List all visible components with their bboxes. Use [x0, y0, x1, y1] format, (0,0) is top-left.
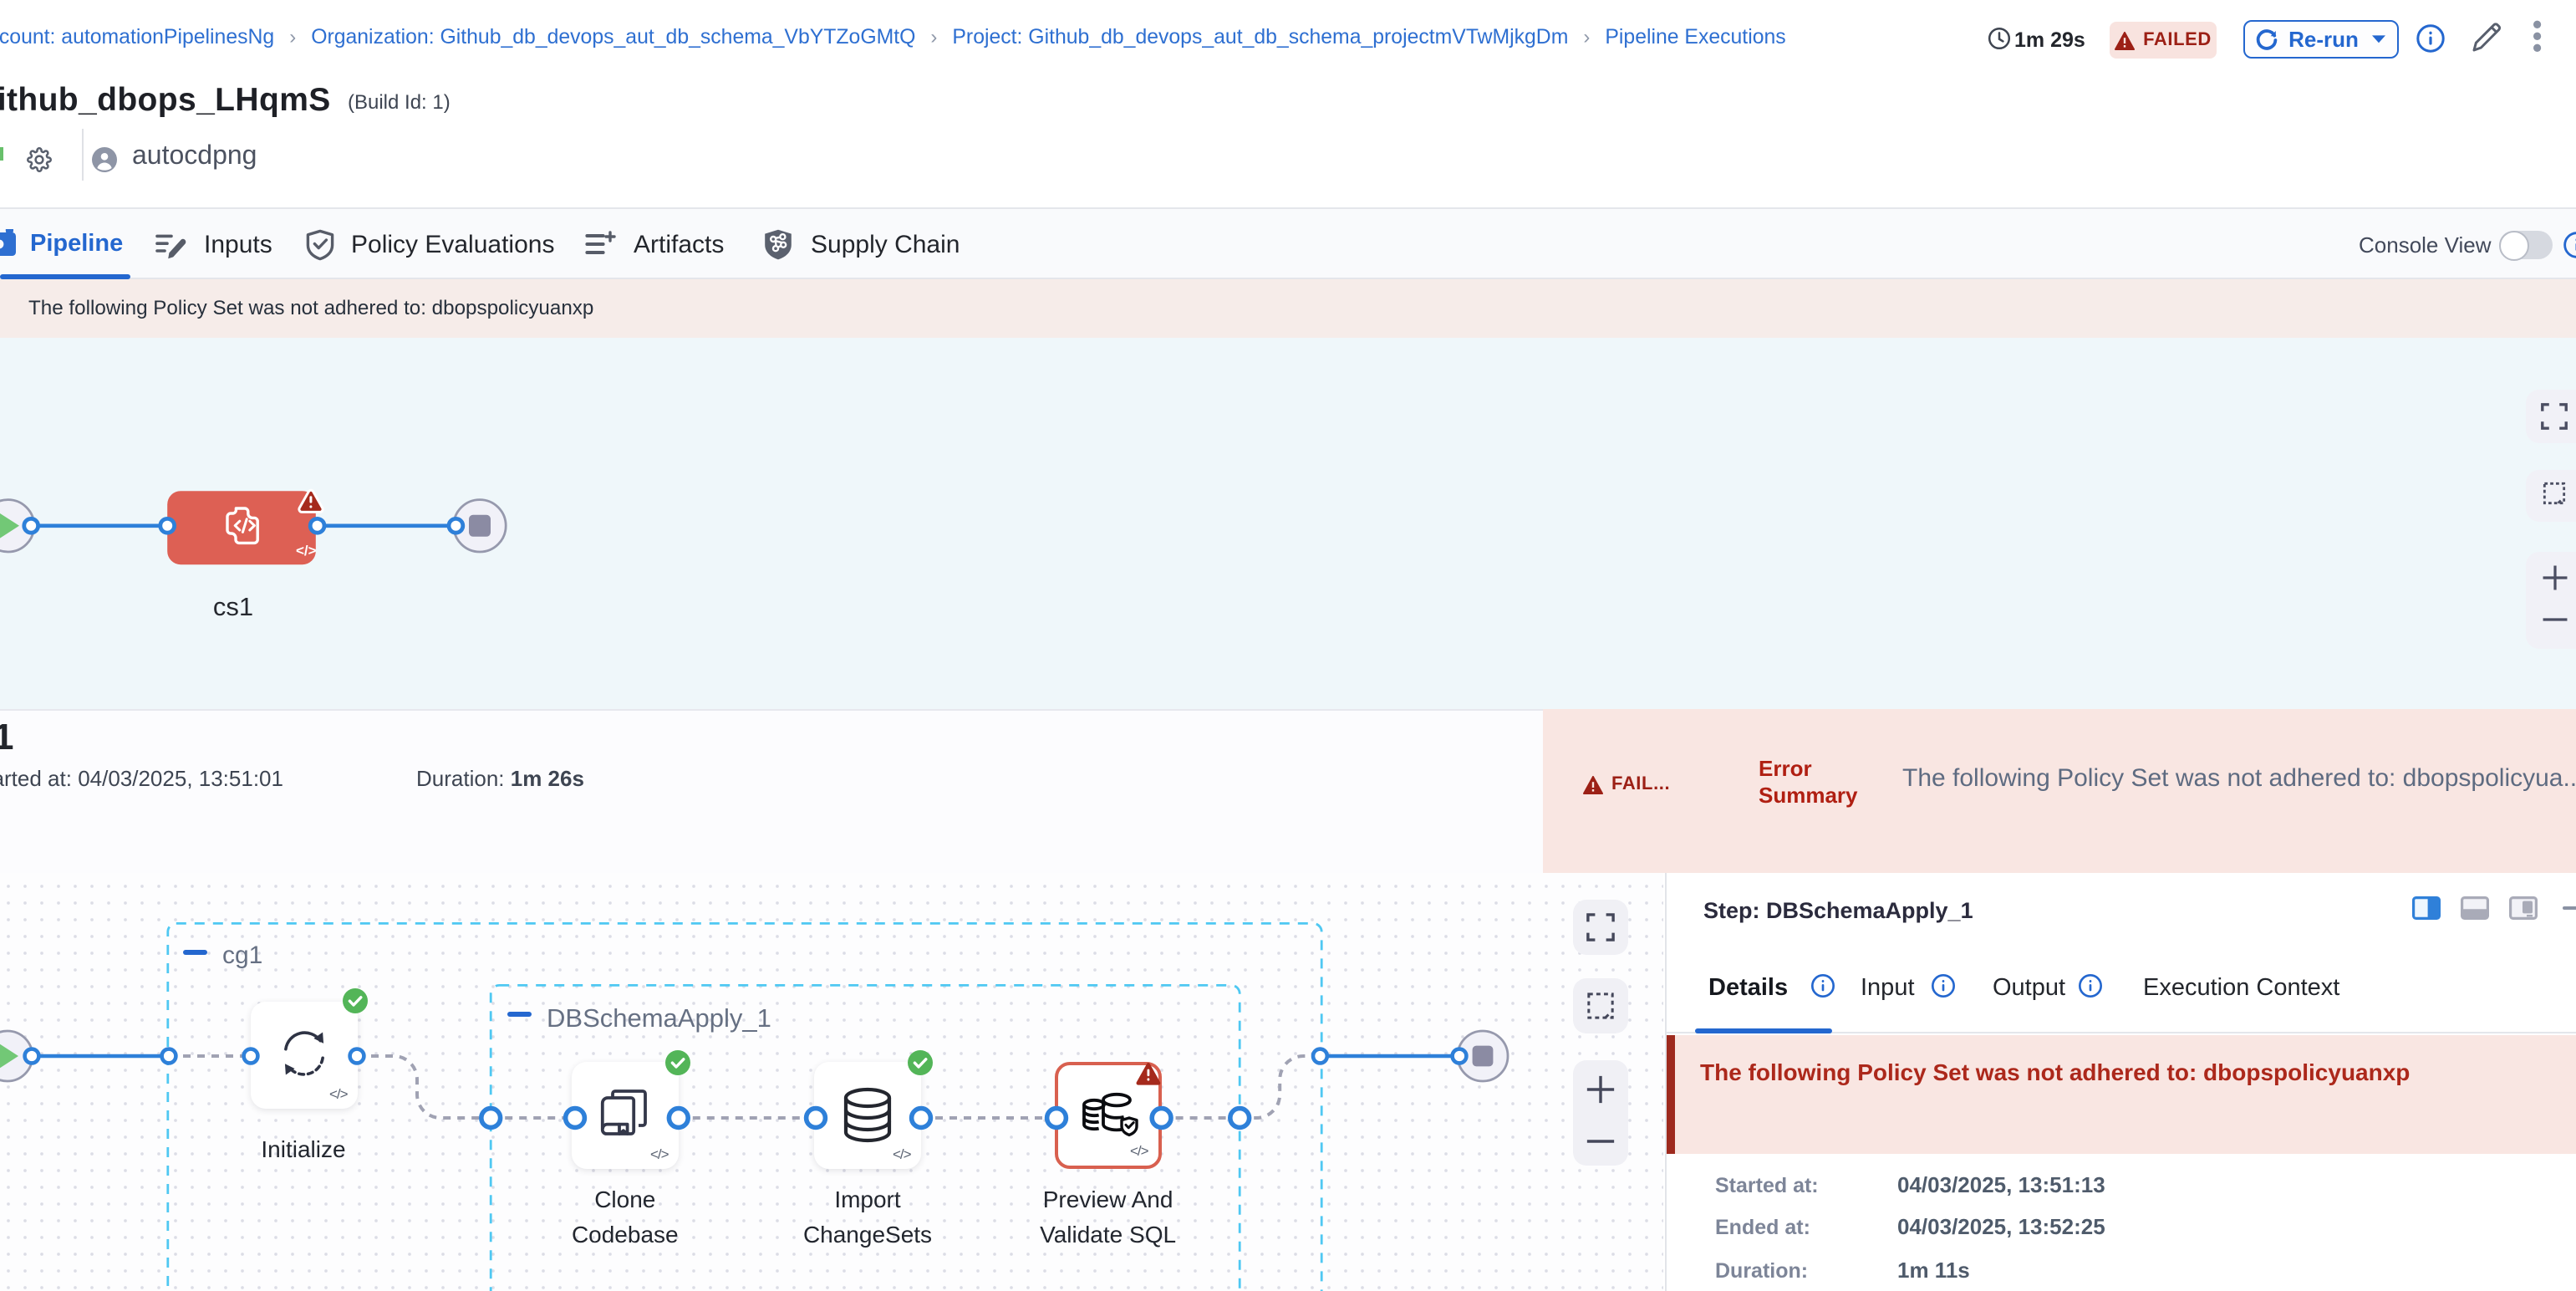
svg-text:</>: </> — [296, 543, 317, 559]
